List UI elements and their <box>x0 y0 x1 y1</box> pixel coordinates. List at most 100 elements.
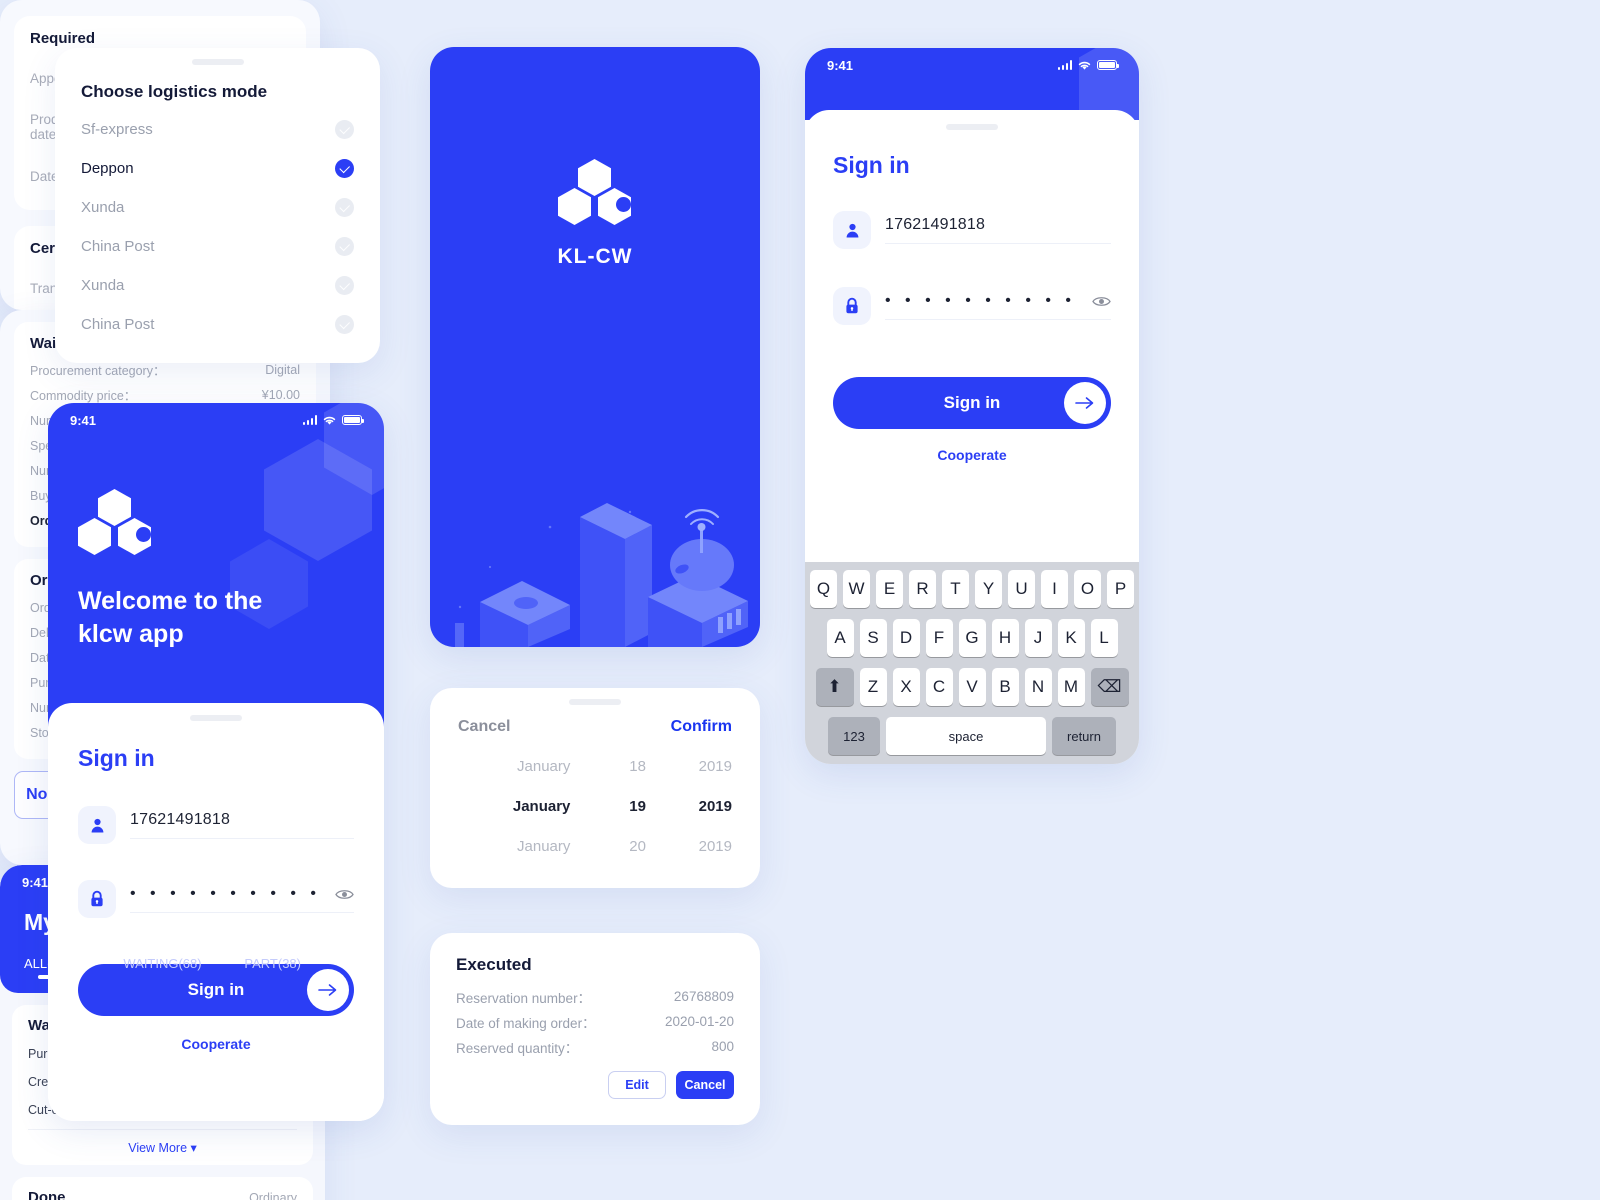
key-t[interactable]: T <box>942 570 969 608</box>
edit-button[interactable]: Edit <box>608 1071 666 1099</box>
key-i[interactable]: I <box>1041 570 1068 608</box>
password-input[interactable]: • • • • • • • • • • <box>885 292 1111 320</box>
key-c[interactable]: C <box>925 668 953 706</box>
view-more-button[interactable]: View More ▾ <box>28 1129 297 1165</box>
tab-all[interactable]: ALL(98) <box>24 956 116 981</box>
key-x[interactable]: X <box>892 668 920 706</box>
cooperate-link[interactable]: Cooperate <box>78 1036 354 1052</box>
key-e[interactable]: E <box>876 570 903 608</box>
signin-button[interactable]: Sign in <box>833 377 1111 429</box>
detail-value: ¥10.00 <box>261 387 300 402</box>
eye-icon[interactable] <box>335 888 354 901</box>
signin-title: Sign in <box>78 745 155 771</box>
return-key[interactable]: return <box>1052 717 1116 755</box>
key-y[interactable]: Y <box>975 570 1002 608</box>
brand-name: KL-CW <box>557 245 633 268</box>
check-circle-icon[interactable] <box>335 159 354 178</box>
month-value: January <box>517 837 571 855</box>
key-g[interactable]: G <box>958 619 986 657</box>
key-a[interactable]: A <box>826 619 854 657</box>
key-w[interactable]: W <box>843 570 870 608</box>
status-time: 9:41 <box>70 412 97 428</box>
logistics-option-sf-express[interactable]: Sf-express <box>81 110 354 149</box>
card-title: Executed <box>456 955 532 974</box>
cancel-button[interactable]: Cancel <box>676 1071 734 1099</box>
key-r[interactable]: R <box>909 570 936 608</box>
password-value: • • • • • • • • • • <box>885 292 1077 309</box>
username-input[interactable]: 17621491818 <box>130 811 354 839</box>
logistics-option-china-post[interactable]: China Post <box>81 227 354 266</box>
status-time: 9:41 <box>827 57 854 73</box>
key-o[interactable]: O <box>1074 570 1101 608</box>
password-field[interactable]: • • • • • • • • • • <box>833 287 1111 325</box>
key-q[interactable]: Q <box>810 570 837 608</box>
key-b[interactable]: B <box>991 668 1019 706</box>
key-u[interactable]: U <box>1008 570 1035 608</box>
year-value: 2019 <box>698 837 732 855</box>
username-value: 17621491818 <box>885 216 986 233</box>
date-picker-wheel[interactable]: January 18 2019 January 19 2019 January … <box>458 746 732 866</box>
order-card-done[interactable]: Done Ordinary Purchase order number：2201… <box>12 1177 313 1200</box>
key-h[interactable]: H <box>991 619 1019 657</box>
lock-icon <box>833 287 871 325</box>
key-d[interactable]: D <box>892 619 920 657</box>
confirm-button[interactable]: Confirm <box>671 718 732 736</box>
username-field[interactable]: 17621491818 <box>78 806 354 844</box>
backspace-icon[interactable]: ⌫ <box>1090 668 1129 706</box>
lock-icon <box>78 880 116 918</box>
key-p[interactable]: P <box>1107 570 1134 608</box>
key-m[interactable]: M <box>1057 668 1085 706</box>
tab-waiting[interactable]: WAITING(68) <box>116 956 208 981</box>
numbers-key[interactable]: 123 <box>828 717 880 755</box>
password-input[interactable]: • • • • • • • • • • <box>130 885 354 913</box>
logistics-option-china-post-2[interactable]: China Post <box>81 305 354 344</box>
check-circle-icon[interactable] <box>335 276 354 295</box>
key-s[interactable]: S <box>859 619 887 657</box>
month-value: January <box>517 757 571 775</box>
sheet-grabber <box>190 715 242 721</box>
shift-icon[interactable]: ⬆ <box>815 668 854 706</box>
check-circle-icon[interactable] <box>335 120 354 139</box>
signin-sheet: Sign in 17621491818 • • • • • • • • • • … <box>805 110 1139 562</box>
cancel-button[interactable]: Cancel <box>458 718 510 736</box>
username-field[interactable]: 17621491818 <box>833 211 1111 249</box>
date-picker-sheet: Cancel Confirm January 18 2019 January 1… <box>430 688 760 888</box>
date-option[interactable]: January 20 2019 <box>458 826 732 866</box>
on-screen-keyboard[interactable]: Q W E R T Y U I O P A S D F G H J K L ⬆ … <box>805 562 1139 764</box>
welcome-signin-screen: 9:41 Welcome to the klcw app Sign in 176… <box>48 403 384 1121</box>
arrow-right-icon <box>1064 382 1106 424</box>
option-label: China Post <box>81 238 155 255</box>
date-option-selected[interactable]: January 19 2019 <box>458 786 732 826</box>
key-l[interactable]: L <box>1090 619 1118 657</box>
date-option[interactable]: January 18 2019 <box>458 746 732 786</box>
space-key[interactable]: space <box>886 717 1046 755</box>
cooperate-link[interactable]: Cooperate <box>833 447 1111 463</box>
cellular-signal-icon <box>1057 60 1072 70</box>
check-circle-icon[interactable] <box>335 315 354 334</box>
username-input[interactable]: 17621491818 <box>885 216 1111 244</box>
key-z[interactable]: Z <box>859 668 887 706</box>
logistics-option-xunda-2[interactable]: Xunda <box>81 266 354 305</box>
battery-icon <box>342 415 364 425</box>
executed-detail-list: Reservation number： 26768809 Date of mak… <box>456 984 734 1059</box>
key-k[interactable]: K <box>1057 619 1085 657</box>
key-v[interactable]: V <box>958 668 986 706</box>
password-field[interactable]: • • • • • • • • • • <box>78 880 354 918</box>
detail-label: Reservation number： <box>456 990 592 1006</box>
order-kind: Ordinary <box>249 1190 297 1200</box>
detail-label: Commodity price： <box>30 389 137 403</box>
check-circle-icon[interactable] <box>335 237 354 256</box>
tab-part[interactable]: PART(38) <box>209 956 301 981</box>
key-j[interactable]: J <box>1024 619 1052 657</box>
keyboard-row-1: Q W E R T Y U I O P <box>808 570 1136 608</box>
eye-icon[interactable] <box>1092 295 1111 308</box>
order-card-header: Done Ordinary <box>28 1189 297 1200</box>
check-circle-icon[interactable] <box>335 198 354 217</box>
key-f[interactable]: F <box>925 619 953 657</box>
logistics-option-xunda[interactable]: Xunda <box>81 188 354 227</box>
username-value: 17621491818 <box>130 811 231 828</box>
option-label: Sf-express <box>81 121 153 138</box>
logistics-option-deppon[interactable]: Deppon <box>81 149 354 188</box>
key-n[interactable]: N <box>1024 668 1052 706</box>
hexagon-logo-icon <box>78 489 152 555</box>
